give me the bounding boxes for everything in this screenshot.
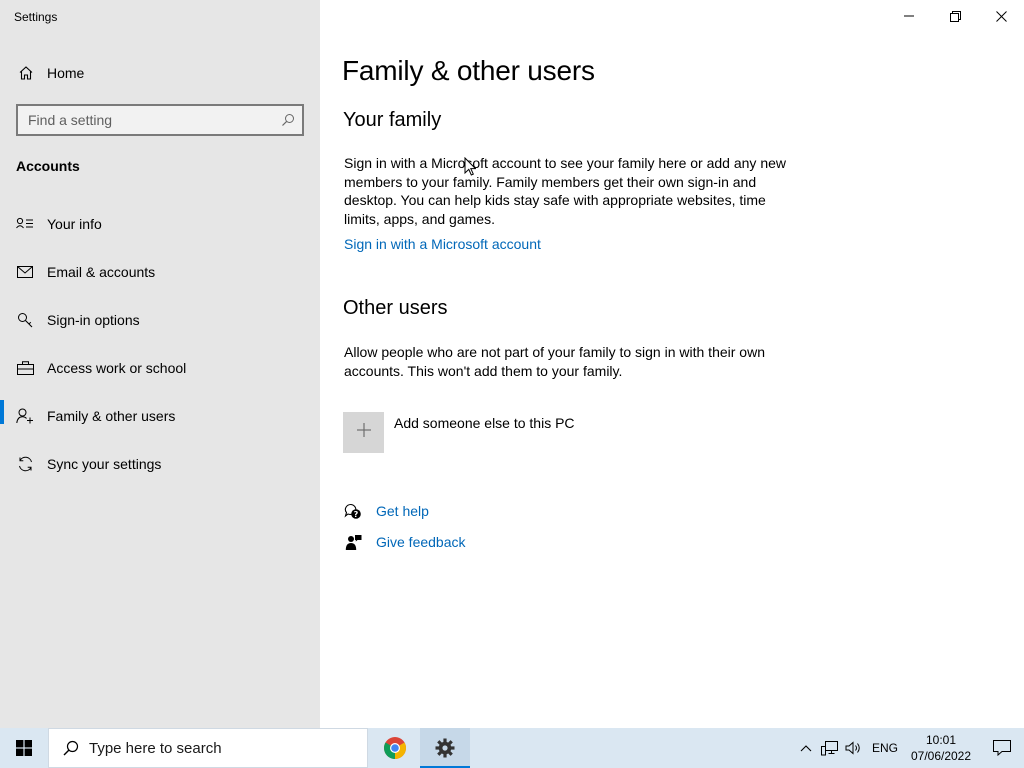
add-person-icon — [15, 408, 35, 424]
volume-button[interactable] — [842, 728, 866, 768]
gear-icon — [435, 738, 455, 758]
taskbar-search-placeholder: Type here to search — [89, 739, 222, 757]
start-button[interactable] — [0, 728, 48, 768]
your-family-heading: Your family — [343, 109, 442, 131]
mail-icon — [15, 266, 35, 278]
sidebar-item-label: Access work or school — [47, 360, 187, 376]
main-content: Family & other users Your family Sign in… — [320, 0, 1024, 728]
give-feedback-link[interactable]: Give feedback — [376, 534, 466, 550]
sidebar-item-email-accounts[interactable]: Email & accounts — [0, 248, 320, 296]
sidebar-item-label: Family & other users — [47, 408, 176, 424]
window-controls — [886, 0, 1024, 32]
sign-in-microsoft-link[interactable]: Sign in with a Microsoft account — [344, 236, 541, 252]
key-icon — [15, 312, 35, 328]
taskbar: Type here to search ENG 10:01 07/06/2022 — [0, 728, 1024, 768]
notification-icon — [993, 740, 1011, 756]
network-button[interactable] — [818, 728, 842, 768]
plus-icon — [356, 422, 372, 443]
mouse-cursor-icon — [464, 157, 476, 176]
contact-card-icon — [15, 217, 35, 231]
sidebar-item-label: Sign-in options — [47, 312, 140, 328]
sidebar-item-family-other-users[interactable]: Family & other users — [0, 392, 320, 440]
restore-button[interactable] — [932, 0, 978, 32]
close-button[interactable] — [978, 0, 1024, 32]
sidebar-item-label: Email & accounts — [47, 264, 156, 280]
action-center-button[interactable] — [980, 728, 1024, 768]
windows-logo-icon — [16, 740, 32, 756]
page-title: Family & other users — [342, 55, 595, 86]
add-tile — [343, 412, 384, 453]
sidebar-item-label: Sync your settings — [47, 456, 162, 472]
get-help-row: ? Get help — [343, 501, 429, 521]
home-icon — [16, 65, 36, 81]
help-chat-icon: ? — [343, 501, 363, 521]
sidebar: Settings Home Accounts Your info Email &… — [0, 0, 320, 728]
minimize-icon — [904, 15, 914, 17]
chevron-up-icon — [800, 745, 812, 752]
taskbar-search[interactable]: Type here to search — [48, 728, 368, 768]
add-someone-label: Add someone else to this PC — [394, 415, 575, 431]
nav-list: Your info Email & accounts Sign-in optio… — [0, 200, 320, 488]
chrome-icon — [384, 737, 406, 759]
taskbar-chrome[interactable] — [370, 728, 420, 768]
taskbar-settings[interactable] — [420, 728, 470, 768]
clock-time: 10:01 — [925, 733, 957, 747]
search-icon[interactable] — [274, 113, 302, 127]
system-tray: ENG 10:01 07/06/2022 — [794, 728, 1024, 768]
other-users-description: Allow people who are not part of your fa… — [344, 344, 765, 379]
other-users-heading: Other users — [343, 297, 448, 319]
give-feedback-row: Give feedback — [343, 532, 466, 552]
sidebar-item-sync-settings[interactable]: Sync your settings — [0, 440, 320, 488]
sync-icon — [15, 456, 35, 472]
speaker-icon — [845, 741, 861, 755]
close-icon — [995, 10, 1007, 22]
input-language[interactable]: ENG — [872, 741, 898, 755]
feedback-icon — [343, 532, 363, 552]
nav-home[interactable]: Home — [0, 56, 320, 90]
sidebar-item-sign-in-options[interactable]: Sign-in options — [0, 296, 320, 344]
add-someone-button[interactable]: Add someone else to this PC — [343, 412, 575, 453]
clock-date: 07/06/2022 — [910, 749, 972, 763]
sidebar-item-your-info[interactable]: Your info — [0, 200, 320, 248]
app-title: Settings — [14, 10, 58, 24]
briefcase-icon — [15, 361, 35, 375]
svg-text:?: ? — [354, 510, 359, 519]
clock[interactable]: 10:01 07/06/2022 — [908, 732, 974, 764]
nav-home-label: Home — [47, 65, 85, 81]
restore-icon — [949, 10, 961, 22]
minimize-button[interactable] — [886, 0, 932, 32]
sidebar-item-access-work[interactable]: Access work or school — [0, 344, 320, 392]
sidebar-item-label: Your info — [47, 216, 102, 232]
section-title: Accounts — [16, 158, 80, 174]
find-setting-search[interactable] — [16, 104, 304, 136]
network-icon — [821, 740, 839, 755]
show-hidden-icons-button[interactable] — [794, 728, 818, 768]
get-help-link[interactable]: Get help — [376, 503, 429, 519]
find-setting-input[interactable] — [18, 106, 274, 134]
search-icon — [61, 740, 81, 756]
your-family-description: Sign in with a Microsoft account to see … — [344, 155, 786, 227]
